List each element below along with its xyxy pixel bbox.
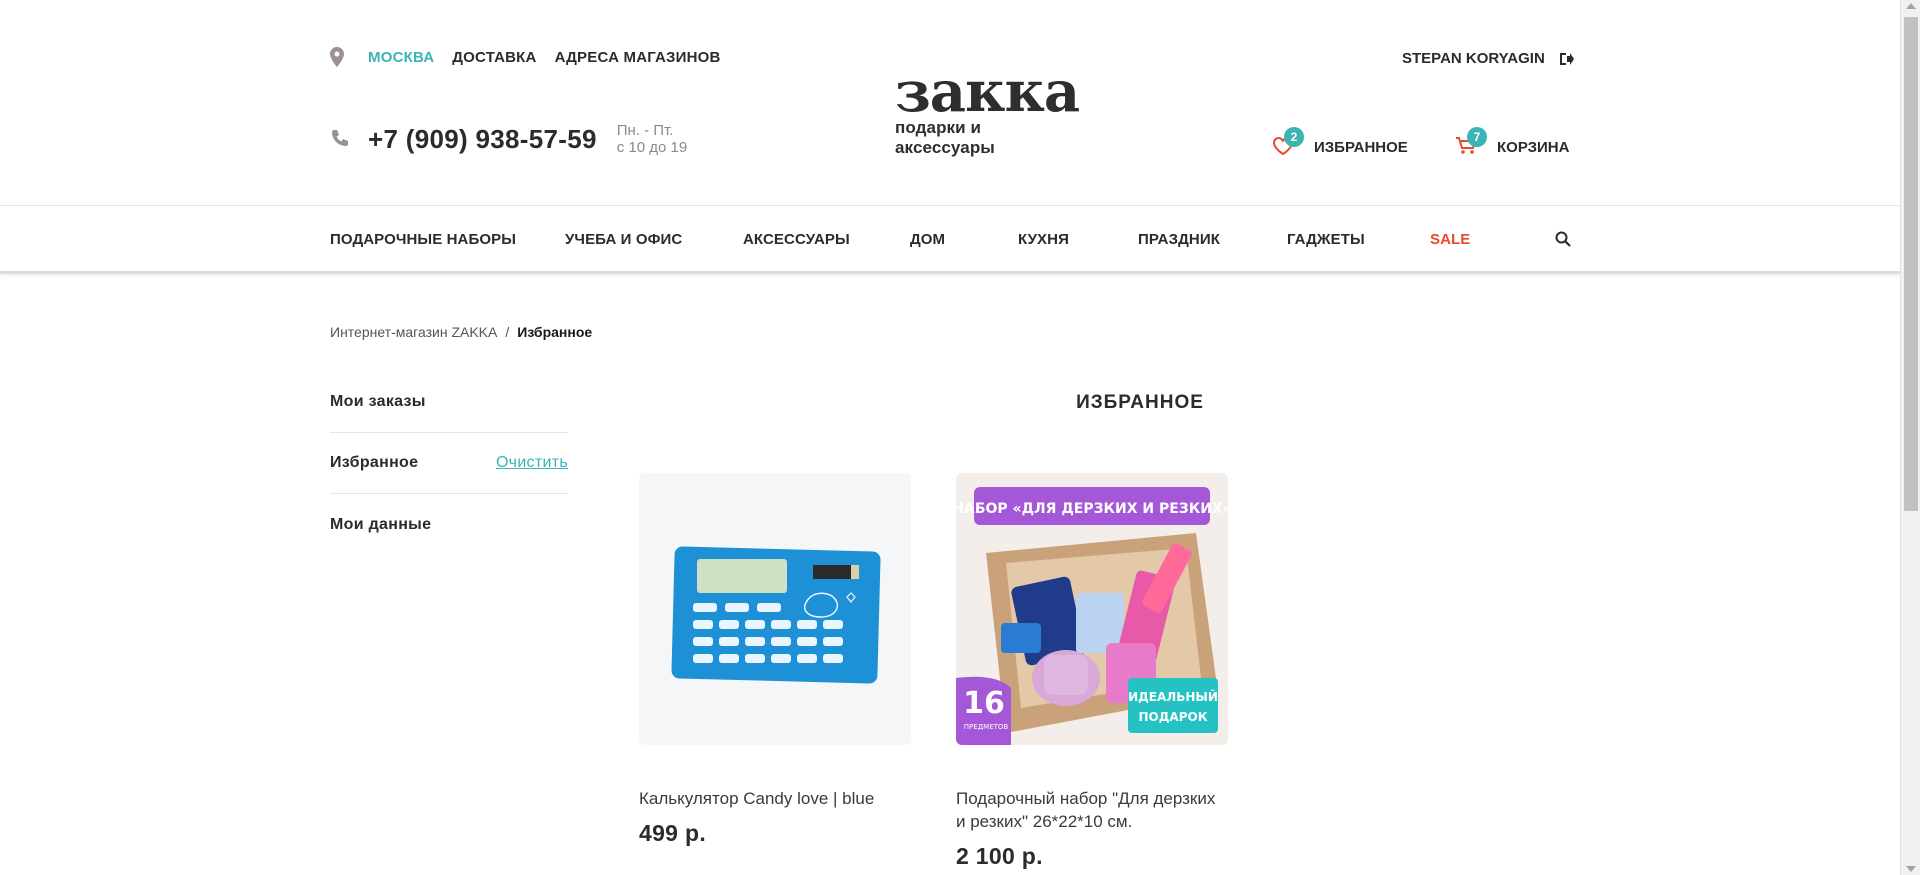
scroll-down-arrow-icon[interactable] bbox=[1906, 866, 1916, 872]
site-header: МОСКВА ДОСТАВКА АДРЕСА МАГАЗИНОВ +7 (909… bbox=[0, 0, 1900, 206]
cart-label: КОРЗИНА bbox=[1497, 138, 1570, 156]
nav-gadgets[interactable]: ГАДЖЕТЫ bbox=[1287, 231, 1365, 248]
nav-gift-sets[interactable]: ПОДАРОЧНЫЕ НАБОРЫ bbox=[330, 231, 516, 248]
store-addresses-link[interactable]: АДРЕСА МАГАЗИНОВ bbox=[555, 49, 721, 66]
sidebar-item-label: Мои заказы bbox=[330, 393, 426, 410]
account-sidebar: Мои заказы Избранное Очистить Мои данные bbox=[330, 372, 568, 555]
user-name[interactable]: STEPAN KORYAGIN bbox=[1402, 50, 1545, 67]
page-title: ИЗБРАННОЕ bbox=[1076, 392, 1204, 413]
logout-icon[interactable] bbox=[1559, 52, 1574, 66]
nav-accessories[interactable]: АКСЕССУАРЫ bbox=[743, 231, 850, 248]
cart-link[interactable]: 7 КОРЗИНА bbox=[1455, 127, 1570, 158]
sidebar-item-profile[interactable]: Мои данные bbox=[330, 494, 568, 555]
location-pin-icon bbox=[330, 47, 344, 67]
favorites-label: ИЗБРАННОЕ bbox=[1314, 138, 1408, 156]
promo-line-2: ПОДАРОК bbox=[1138, 710, 1207, 724]
user-menu[interactable]: STEPAN KORYAGIN bbox=[1402, 50, 1574, 67]
favorites-link[interactable]: 2 ИЗБРАННОЕ bbox=[1272, 127, 1408, 158]
sidebar-item-label: Избранное bbox=[330, 454, 419, 471]
items-count-number: 16 bbox=[963, 686, 1005, 721]
search-icon[interactable] bbox=[1555, 231, 1571, 247]
phone-block: +7 (909) 938-57-59 Пн. - Пт. с 10 до 19 bbox=[330, 122, 687, 156]
items-count-label: ПРЕДМЕТОВ bbox=[964, 723, 1009, 731]
gift-set-image: НАБОР «ДЛЯ ДЕРЗКИХ И РЕЗКИХ» 16 ПРЕДМЕТО… bbox=[956, 473, 1228, 745]
breadcrumb-separator: / bbox=[505, 324, 510, 340]
nav-sale[interactable]: SALE bbox=[1430, 231, 1470, 248]
product-banner-text: НАБОР «ДЛЯ ДЕРЗКИХ И РЕЗКИХ» bbox=[956, 501, 1228, 517]
breadcrumb-home[interactable]: Интернет-магазин ZAKKA bbox=[330, 324, 497, 340]
working-hours: Пн. - Пт. с 10 до 19 bbox=[617, 122, 687, 156]
nav-home[interactable]: ДОМ bbox=[910, 231, 945, 248]
scroll-up-arrow-icon[interactable] bbox=[1906, 3, 1916, 9]
nav-study-office[interactable]: УЧЕБА И ОФИС bbox=[565, 231, 682, 248]
logo-word: закка bbox=[895, 59, 1080, 125]
scrollbar-thumb[interactable] bbox=[1904, 17, 1918, 511]
top-nav: МОСКВА ДОСТАВКА АДРЕСА МАГАЗИНОВ bbox=[330, 47, 721, 67]
sidebar-item-label: Мои данные bbox=[330, 515, 432, 533]
nav-kitchen[interactable]: КУХНЯ bbox=[1018, 231, 1069, 248]
phone-icon bbox=[332, 130, 348, 146]
product-price: 2 100 р. bbox=[956, 843, 1043, 869]
product-card[interactable]: НАБОР «ДЛЯ ДЕРЗКИХ И РЕЗКИХ» 16 ПРЕДМЕТО… bbox=[956, 473, 1228, 870]
hours-days: Пн. - Пт. bbox=[616, 122, 674, 139]
hours-time: с 10 до 19 bbox=[616, 139, 688, 156]
site-logo[interactable]: закка подарки и аксессуары bbox=[895, 59, 1085, 158]
category-nav: ПОДАРОЧНЫЕ НАБОРЫ УЧЕБА И ОФИС АКСЕССУАР… bbox=[0, 206, 1900, 274]
phone-number[interactable]: +7 (909) 938-57-59 bbox=[368, 124, 597, 155]
product-image[interactable]: НАБОР «ДЛЯ ДЕРЗКИХ И РЕЗКИХ» 16 ПРЕДМЕТО… bbox=[956, 473, 1228, 745]
favorites-icon-wrap: 2 bbox=[1272, 127, 1304, 158]
clear-favorites-link[interactable]: Очистить bbox=[496, 454, 568, 472]
product-title[interactable]: Подарочный набор "Для дерзких и резких" … bbox=[956, 787, 1228, 833]
product-title[interactable]: Калькулятор Candy love | blue bbox=[639, 787, 911, 810]
calculator-image bbox=[639, 473, 911, 745]
cart-icon-wrap: 7 bbox=[1455, 127, 1487, 158]
cart-count-badge: 7 bbox=[1467, 127, 1487, 147]
delivery-link[interactable]: ДОСТАВКА bbox=[452, 49, 536, 66]
product-image[interactable] bbox=[639, 473, 911, 745]
nav-holiday[interactable]: ПРАЗДНИК bbox=[1138, 231, 1220, 248]
sidebar-item-favorites[interactable]: Избранное Очистить bbox=[330, 433, 568, 494]
sidebar-item-orders[interactable]: Мои заказы bbox=[330, 372, 568, 433]
favorites-count-badge: 2 bbox=[1284, 127, 1304, 147]
product-price: 499 р. bbox=[639, 820, 707, 846]
product-card[interactable]: Калькулятор Candy love | blue 499 р. bbox=[639, 473, 911, 847]
city-selector[interactable]: МОСКВА bbox=[368, 49, 434, 66]
page-scrollbar[interactable] bbox=[1900, 0, 1920, 875]
breadcrumb-current: Избранное bbox=[517, 324, 593, 340]
breadcrumb: Интернет-магазин ZAKKA / Избранное bbox=[330, 324, 592, 340]
promo-line-1: ИДЕАЛЬНЫЙ bbox=[1128, 689, 1218, 704]
